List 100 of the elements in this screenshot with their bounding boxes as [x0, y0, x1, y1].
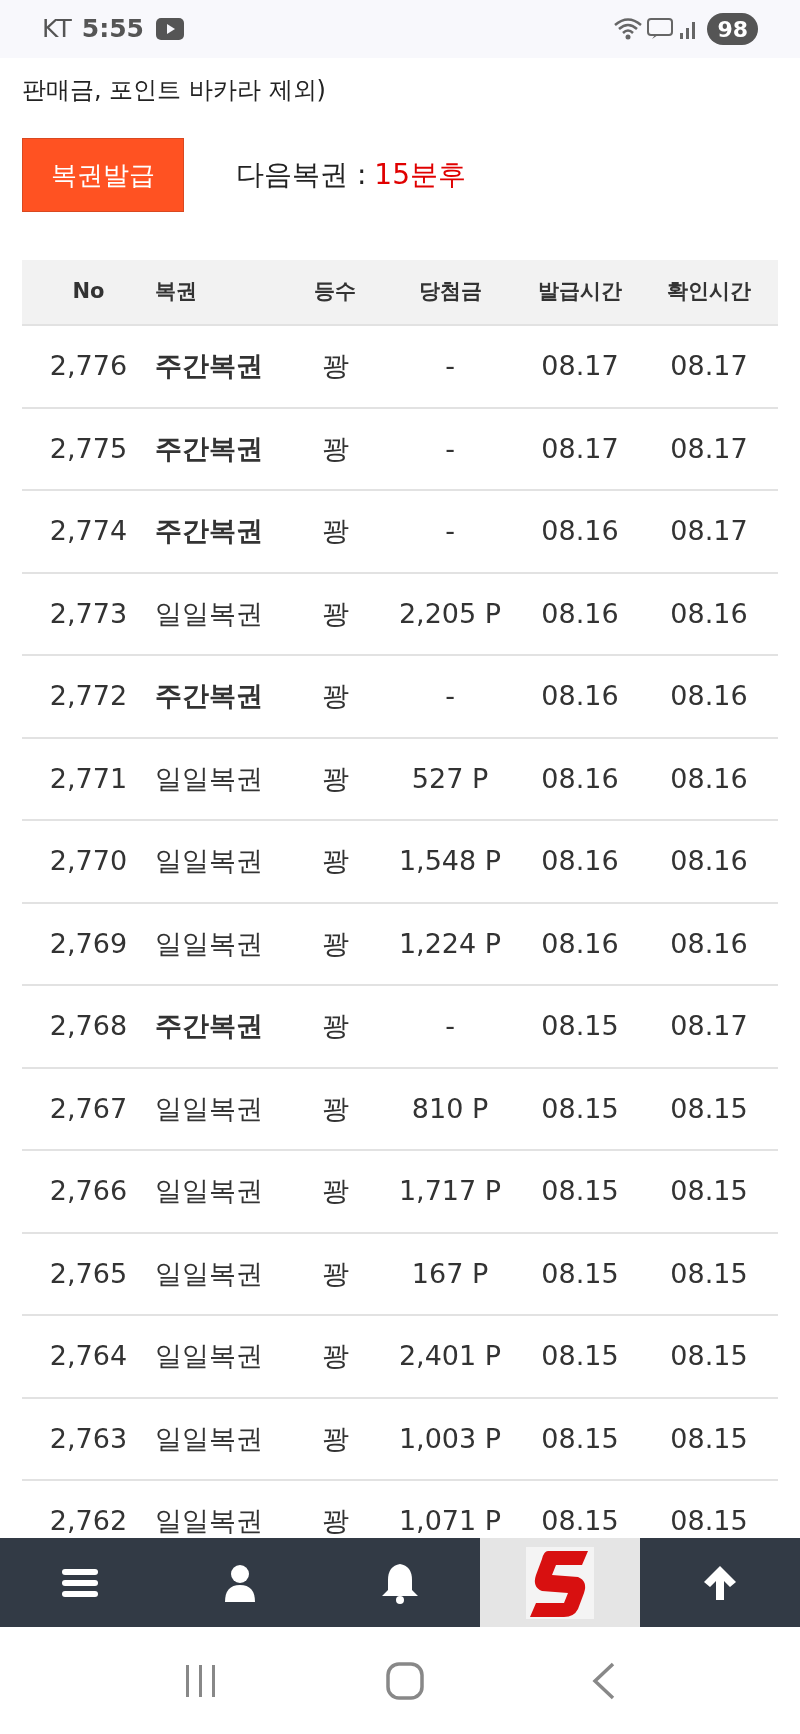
ticket-type: 일일복권 — [155, 926, 263, 961]
prize-amount: - — [445, 431, 455, 466]
ticket-number: 2,764 — [49, 1339, 128, 1373]
issued-date: 08.16 — [541, 596, 619, 631]
home-icon[interactable] — [386, 1661, 424, 1700]
issued-date: 08.16 — [541, 926, 619, 961]
hd-icon — [647, 17, 674, 41]
prize-amount: 2,401 P — [398, 1339, 502, 1373]
rank: 꽝 — [321, 1339, 349, 1373]
column-header: No — [72, 278, 105, 306]
ticket-number: 2,768 — [49, 1009, 128, 1043]
checked-date: 08.16 — [670, 844, 748, 878]
issued-date: 08.17 — [541, 431, 619, 466]
ticket-type: 일일복권 — [155, 1174, 263, 1208]
ticket-number: 2,776 — [49, 349, 128, 383]
prize-amount: 1,071 P — [398, 1504, 502, 1538]
menu-icon — [62, 1566, 98, 1599]
ticket-number: 2,774 — [49, 514, 128, 548]
notice-text: 판매금, 포인트 바카라 제외) — [22, 75, 327, 106]
issue-ticket-button[interactable]: 복권발급 — [22, 138, 184, 212]
clock: 5:55 — [81, 13, 144, 46]
next-ticket-label: 다음복권 : — [236, 157, 367, 193]
checked-date: 08.17 — [670, 514, 748, 548]
rank: 꽝 — [321, 349, 349, 383]
column-header: 복권 — [155, 278, 197, 306]
checked-date: 08.17 — [670, 431, 748, 466]
arrow-up-icon — [702, 1563, 738, 1602]
issued-date: 08.15 — [541, 1009, 619, 1043]
issued-date: 08.15 — [541, 1339, 619, 1373]
ticket-type: 일일복권 — [155, 844, 263, 878]
rank: 꽝 — [321, 926, 349, 961]
rank: 꽝 — [321, 679, 349, 713]
prize-amount: 1,003 P — [398, 1421, 502, 1456]
next-ticket-time: 15분후 — [374, 157, 466, 193]
prize-amount: 1,548 P — [398, 844, 502, 878]
checked-date: 08.16 — [670, 926, 748, 961]
issued-date: 08.15 — [541, 1504, 619, 1538]
ticket-type: 주간복권 — [155, 349, 263, 383]
wifi-icon — [613, 16, 644, 42]
prize-amount: - — [445, 514, 455, 548]
ticket-type: 주간복권 — [155, 431, 263, 466]
ticket-type: 주간복권 — [155, 679, 263, 713]
user-icon — [224, 1563, 256, 1602]
prize-amount: 527 P — [411, 761, 489, 796]
rank: 꽝 — [321, 431, 349, 466]
column-header: 당첨금 — [418, 278, 482, 306]
column-header: 등수 — [314, 278, 356, 306]
column-header: 확인시간 — [667, 278, 751, 306]
ticket-type: 일일복권 — [155, 1421, 263, 1456]
checked-date: 08.15 — [670, 1421, 748, 1456]
ticket-type: 일일복권 — [155, 1339, 263, 1373]
checked-date: 08.15 — [670, 1256, 748, 1291]
issued-date: 08.16 — [541, 844, 619, 878]
ticket-type: 일일복권 — [155, 1504, 263, 1538]
prize-amount: - — [445, 349, 455, 383]
prize-amount: - — [445, 679, 455, 713]
ticket-type: 일일복권 — [155, 761, 263, 796]
issued-date: 08.16 — [541, 679, 619, 713]
rank: 꽝 — [321, 1009, 349, 1043]
ticket-number: 2,762 — [49, 1504, 128, 1538]
checked-date: 08.15 — [670, 1504, 748, 1538]
ticket-number: 2,771 — [49, 761, 128, 796]
ticket-number: 2,775 — [49, 431, 128, 466]
logo-button[interactable] — [480, 1538, 640, 1627]
rank: 꽝 — [321, 1091, 349, 1126]
checked-date: 08.15 — [670, 1339, 748, 1373]
issued-date: 08.16 — [541, 514, 619, 548]
issued-date: 08.15 — [541, 1421, 619, 1456]
ticket-type: 일일복권 — [155, 1256, 263, 1291]
recent-apps-icon[interactable] — [184, 1662, 218, 1699]
prize-amount: 2,205 P — [398, 596, 502, 631]
carrier: KT — [42, 13, 72, 46]
checked-date: 08.15 — [670, 1174, 748, 1208]
ticket-number: 2,769 — [49, 926, 128, 961]
back-icon[interactable] — [592, 1661, 616, 1700]
checked-date: 08.17 — [670, 349, 748, 383]
issued-date: 08.15 — [541, 1174, 619, 1208]
issued-date: 08.15 — [541, 1091, 619, 1126]
prize-amount: 1,224 P — [398, 926, 502, 961]
rank: 꽝 — [321, 596, 349, 631]
prize-amount: 810 P — [411, 1091, 489, 1126]
rank: 꽝 — [321, 1504, 349, 1538]
ticket-number: 2,765 — [49, 1256, 128, 1291]
ticket-type: 주간복권 — [155, 1009, 263, 1043]
issued-date: 08.16 — [541, 761, 619, 796]
rank: 꽝 — [321, 1256, 349, 1291]
checked-date: 08.15 — [670, 1091, 748, 1126]
column-header: 발급시간 — [538, 278, 622, 306]
rank: 꽝 — [321, 844, 349, 878]
rank: 꽝 — [321, 1174, 349, 1208]
ticket-number: 2,766 — [49, 1174, 128, 1208]
ticket-type: 일일복권 — [155, 596, 263, 631]
prize-amount: 1,717 P — [398, 1174, 502, 1208]
rank: 꽝 — [321, 1421, 349, 1456]
ticket-number: 2,767 — [49, 1091, 128, 1126]
ticket-type: 일일복권 — [155, 1091, 263, 1126]
checked-date: 08.16 — [670, 679, 748, 713]
checked-date: 08.17 — [670, 1009, 748, 1043]
bell-icon — [380, 1561, 420, 1604]
checked-date: 08.16 — [670, 761, 748, 796]
